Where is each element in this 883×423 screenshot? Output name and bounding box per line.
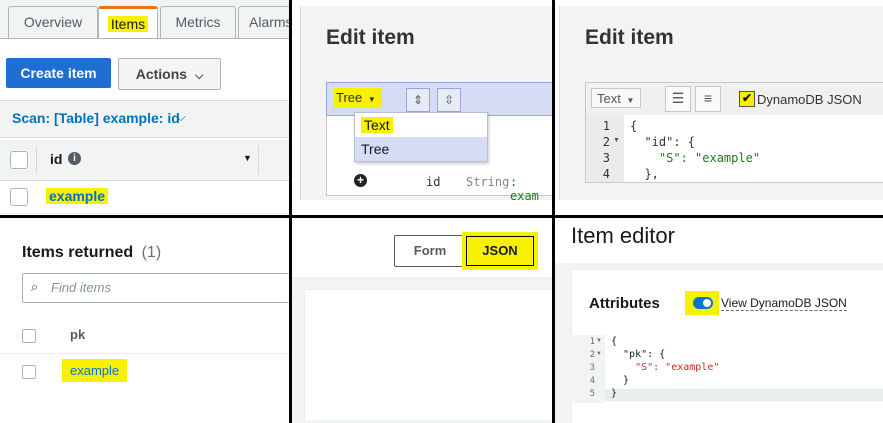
sort-caret-icon[interactable]: ▼: [243, 153, 252, 163]
search-input[interactable]: ⌕ Find items: [22, 273, 289, 303]
json-tab-label: JSON: [466, 236, 534, 266]
content-card: [304, 289, 553, 420]
column-header-id[interactable]: id: [50, 151, 62, 167]
actions-label: Actions: [135, 66, 188, 82]
dynamodb-json-label[interactable]: DynamoDB JSON: [757, 92, 862, 107]
code-editor[interactable]: 1 2 3 4 ▼ { "id": { "S": "example" },: [585, 115, 883, 183]
view-mode-value: Text: [597, 91, 621, 106]
tree-key: id: [426, 175, 441, 189]
active-line: [605, 389, 883, 401]
table-header: id i ▼: [0, 140, 290, 181]
fold-icon[interactable]: ▼: [596, 338, 602, 344]
menu-item-tree[interactable]: Tree: [355, 137, 487, 161]
line-number: 4: [602, 167, 610, 181]
view-mode-select[interactable]: Text ▼: [591, 88, 641, 108]
column-separator: [258, 146, 259, 174]
attributes-label: Attributes: [589, 295, 660, 312]
fold-icon[interactable]: ▼: [613, 137, 620, 144]
tab-bar: Overview Items Metrics Alarms: [0, 0, 290, 39]
code-line: "pk": {: [611, 349, 666, 360]
item-pk-link[interactable]: example: [62, 359, 128, 382]
line-number: 3: [589, 363, 595, 373]
json-editor[interactable]: 1 2 3 4 5 ▼ ▼ { "pk": { "S": "example" }…: [571, 335, 883, 403]
chevron-down-icon: ⌵: [194, 70, 204, 82]
table-row[interactable]: example: [0, 181, 290, 214]
table-header: pk: [0, 317, 290, 354]
search-icon: ⌕: [31, 279, 39, 294]
create-item-button[interactable]: Create item: [6, 58, 111, 88]
code-line: {: [611, 336, 618, 347]
chevron-down-icon[interactable]: ⌵: [176, 109, 186, 125]
actions-button[interactable]: Actions ⌵: [118, 58, 221, 90]
edit-item-text-panel: Edit item Text ▼ ☰ ≡ ✔ DynamoDB JSON 1 2…: [555, 0, 883, 200]
tab-items[interactable]: Items: [98, 6, 158, 38]
item-editor-heading: Item editor: [571, 223, 675, 248]
tab-alarms[interactable]: Alarms: [238, 6, 290, 38]
line-number: 2: [589, 350, 595, 360]
table-row[interactable]: example: [0, 354, 290, 388]
column-separator: [36, 146, 37, 174]
heading-text: Items returned: [22, 244, 134, 261]
scan-label[interactable]: Scan: [Table] example: id: [12, 110, 180, 126]
line-number: 5: [589, 389, 595, 399]
row-checkbox[interactable]: [10, 188, 28, 206]
line-number: 2: [602, 135, 610, 149]
tree-value[interactable]: : exam: [510, 175, 553, 200]
panel-divider: [0, 215, 883, 218]
tab-items-label: Items: [107, 16, 149, 32]
format-icon[interactable]: ☰: [665, 86, 691, 112]
caret-down-icon: ▼: [626, 96, 635, 105]
items-returned-heading: Items returned (1): [22, 244, 161, 262]
view-mode-value: Tree: [336, 90, 363, 105]
select-all-checkbox[interactable]: [10, 151, 28, 169]
code-line: "S": "example": [611, 362, 720, 373]
dynamodb-json-checkbox[interactable]: ✔: [739, 91, 755, 107]
items-count: (1): [141, 244, 162, 261]
form-tab[interactable]: Form: [394, 235, 466, 267]
scan-bar: Scan: [Table] example: id ⌵: [0, 100, 290, 138]
code-line: },: [630, 167, 659, 181]
line-number: 4: [589, 376, 595, 386]
items-console-panel: Overview Items Metrics Alarms Create ite…: [0, 0, 290, 215]
form-json-toggle-panel: Form JSON: [292, 217, 553, 423]
tree-type[interactable]: String: [466, 175, 509, 189]
fold-icon[interactable]: ▼: [596, 351, 602, 357]
info-icon[interactable]: i: [68, 152, 81, 165]
view-dynamodb-json-toggle[interactable]: [693, 297, 713, 309]
search-placeholder: Find items: [51, 280, 111, 295]
menu-item-text-label: Text: [361, 117, 393, 133]
caret-down-icon: ▼: [367, 95, 376, 104]
view-mode-select[interactable]: Tree ▼: [334, 88, 382, 108]
items-returned-panel: Items returned (1) ⌕ Find items pk examp…: [0, 217, 290, 423]
code-line: }: [611, 375, 630, 386]
edit-item-tree-panel: Edit item Tree ▼ ⇕ ⇳ Text Tree + id Stri…: [292, 0, 553, 200]
view-mode-menu: Text Tree: [354, 112, 488, 162]
panel-divider: [552, 0, 555, 423]
code-line: "S": "example": [630, 151, 761, 165]
select-all-checkbox[interactable]: [22, 329, 36, 343]
column-header-pk[interactable]: pk: [70, 327, 85, 342]
tab-metrics[interactable]: Metrics: [160, 6, 236, 38]
compact-icon[interactable]: ≡: [695, 86, 721, 112]
panel-divider: [289, 0, 292, 423]
code-line: {: [630, 119, 638, 133]
toggle-knob: [703, 299, 711, 307]
toggle-label[interactable]: View DynamoDB JSON: [721, 296, 847, 311]
dialog-title: Edit item: [585, 26, 674, 49]
item-id-link[interactable]: example: [46, 188, 109, 204]
item-editor-panel: Item editor Attributes View DynamoDB JSO…: [555, 217, 883, 423]
json-tab[interactable]: JSON: [462, 232, 538, 270]
collapse-all-icon[interactable]: ⇳: [437, 88, 461, 112]
code-line: "id": {: [630, 135, 696, 149]
expand-all-icon[interactable]: ⇕: [406, 88, 430, 112]
line-number: 1: [602, 119, 610, 133]
dialog-title: Edit item: [326, 26, 415, 49]
code-line: }: [611, 388, 618, 399]
tab-overview[interactable]: Overview: [8, 6, 98, 38]
add-field-icon[interactable]: +: [354, 174, 367, 187]
menu-item-text[interactable]: Text: [355, 113, 487, 137]
line-number: 3: [602, 151, 610, 165]
row-checkbox[interactable]: [22, 365, 36, 379]
line-number: 1: [589, 337, 595, 347]
